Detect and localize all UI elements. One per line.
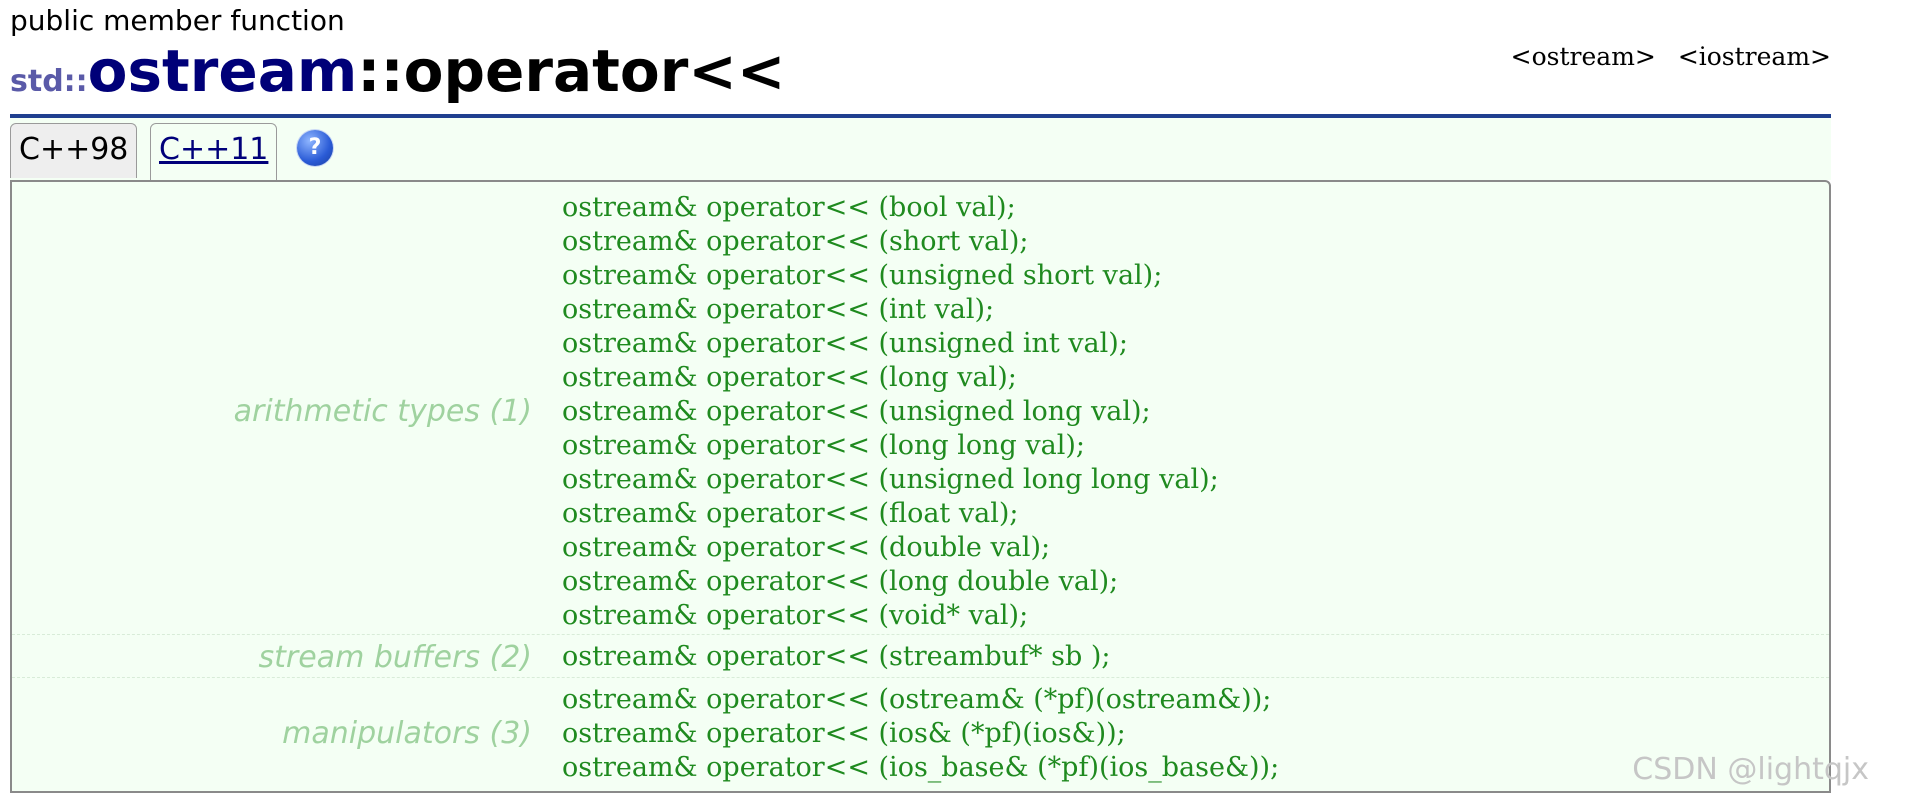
watermark: CSDN @lightqjx <box>1632 752 1869 787</box>
prototype-line: ostream& operator<< (long val); <box>562 362 1017 393</box>
prototype-line: ostream& operator<< (unsigned long val); <box>562 396 1151 427</box>
prototype-line: ostream& operator<< (int val); <box>562 294 995 325</box>
prototype-line: ostream& operator<< (ios& (*pf)(ios&)); <box>562 718 1126 749</box>
prototype-line: ostream& operator<< (float val); <box>562 498 1019 529</box>
prototype-line: ostream& operator<< (long long val); <box>562 430 1085 461</box>
page-title: std::ostream::operator<< <box>10 42 786 100</box>
help-icon[interactable]: ? <box>297 130 333 166</box>
group-label-stream-buffers: stream buffers (2) <box>258 640 533 675</box>
prototype-line: ostream& operator<< (bool val); <box>562 192 1016 223</box>
prototype-line: ostream& operator<< (long double val); <box>562 566 1119 597</box>
tab-cpp11[interactable]: C++11 <box>150 123 277 183</box>
title-separator: :: <box>357 37 404 105</box>
prototype-line: ostream& operator<< (ostream& (*pf)(ostr… <box>562 684 1272 715</box>
member-kind: public member function <box>10 4 345 37</box>
prototype-line: ostream& operator<< (unsigned short val)… <box>562 260 1163 291</box>
prototype-line: ostream& operator<< (short val); <box>562 226 1029 257</box>
prototype-line: ostream& operator<< (ios_base& (*pf)(ios… <box>562 752 1280 783</box>
tabs-bar <box>10 118 1831 180</box>
header-link-ostream[interactable]: <ostream> <box>1511 42 1656 71</box>
title-namespace: std:: <box>10 64 88 99</box>
header-links: <ostream> <iostream> <box>1497 42 1831 71</box>
prototype-line: ostream& operator<< (streambuf* sb ); <box>562 641 1111 672</box>
title-class-link[interactable]: ostream <box>88 37 358 105</box>
prototype-line: ostream& operator<< (unsigned int val); <box>562 328 1128 359</box>
title-function: operator<< <box>403 37 786 105</box>
header-link-iostream[interactable]: <iostream> <box>1678 42 1831 71</box>
group-label-arithmetic-types: arithmetic types (1) <box>233 394 532 429</box>
group-divider <box>12 634 1829 635</box>
tab-cpp98[interactable]: C++98 <box>10 123 137 178</box>
group-divider <box>12 677 1829 678</box>
prototype-line: ostream& operator<< (void* val); <box>562 600 1029 631</box>
group-label-manipulators: manipulators (3) <box>282 716 532 751</box>
prototype-line: ostream& operator<< (double val); <box>562 532 1051 563</box>
prototype-line: ostream& operator<< (unsigned long long … <box>562 464 1219 495</box>
